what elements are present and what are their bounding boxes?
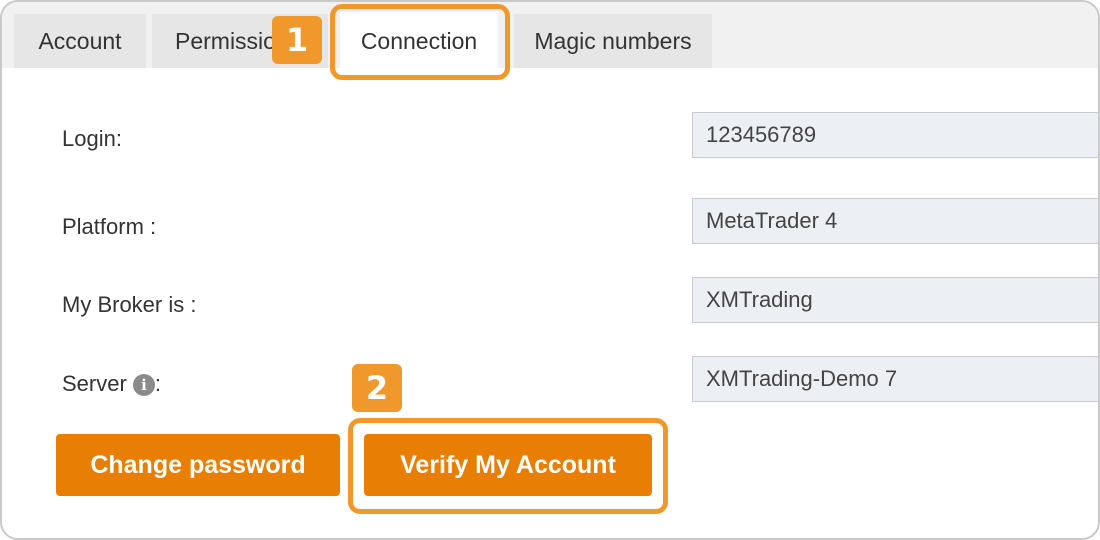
login-field[interactable]: 123456789 xyxy=(692,112,1098,158)
step-badge-1: 1 xyxy=(272,16,322,64)
info-icon[interactable]: i xyxy=(132,374,155,396)
broker-label: My Broker is : xyxy=(62,292,197,317)
platform-field[interactable]: MetaTrader 4 xyxy=(692,198,1098,244)
tab-bar: Account Permissions Connection Magic num… xyxy=(2,2,1098,72)
step-badge-2: 2 xyxy=(352,364,402,412)
login-label: Login: xyxy=(62,126,122,151)
verify-account-button[interactable]: Verify My Account xyxy=(364,434,652,496)
change-password-button[interactable]: Change password xyxy=(56,434,340,496)
server-label: Server i: xyxy=(62,371,161,397)
server-field[interactable]: XMTrading-Demo 7 xyxy=(692,356,1098,402)
server-label-colon: : xyxy=(154,371,162,396)
server-label-text: Server xyxy=(62,371,127,396)
broker-field[interactable]: XMTrading xyxy=(692,277,1098,323)
tab-account[interactable]: Account xyxy=(14,14,146,68)
settings-panel: Account Permissions Connection Magic num… xyxy=(0,0,1100,540)
tab-magic-numbers[interactable]: Magic numbers xyxy=(514,14,712,68)
platform-label: Platform : xyxy=(62,214,157,239)
tab-connection[interactable]: Connection xyxy=(340,12,498,72)
